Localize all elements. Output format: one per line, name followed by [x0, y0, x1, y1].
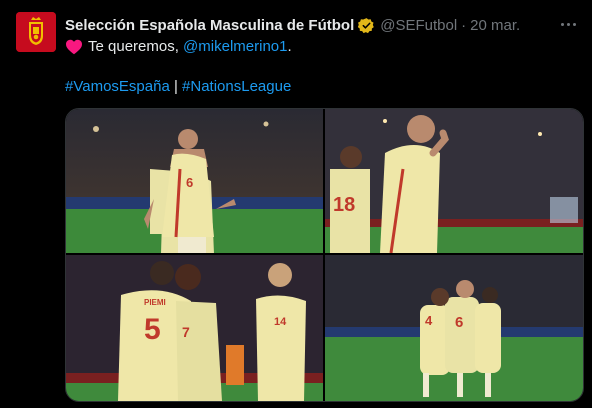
hashtag-separator: |: [169, 78, 183, 95]
hashtag-nationsleague[interactable]: #NationsLeague: [182, 78, 291, 95]
tweet-text: Te queremos, @mikelmerino1 .: [65, 37, 292, 57]
mention-link[interactable]: @mikelmerino1: [183, 37, 287, 57]
jersey-number-5: 5: [144, 313, 161, 346]
avatar[interactable]: [16, 12, 56, 52]
photo-4[interactable]: 4 6: [325, 255, 583, 401]
jersey-name-fragment: PIEMI: [144, 298, 166, 307]
hashtags-line: #VamosEspaña | #NationsLeague: [65, 77, 291, 97]
jersey-number-4: 4: [425, 313, 433, 328]
jersey-number-6: 6: [455, 314, 463, 331]
photo-3[interactable]: PIEMI 5 7 14: [66, 255, 323, 401]
separator-dot: ·: [461, 16, 467, 34]
red-heart-icon: [65, 39, 83, 55]
tweet-text-before-mention: Te queremos,: [88, 38, 184, 55]
media-grid: 6 18 PIEMI 5 7 14 4 6: [65, 108, 584, 402]
tweet-header: Selección Española Masculina de Fútbol @…: [65, 15, 552, 35]
jersey-number-6: 6: [186, 175, 193, 190]
spain-crest-icon: [16, 12, 56, 52]
hashtag-vamosespana[interactable]: #VamosEspaña: [65, 78, 170, 95]
photo-2[interactable]: 18: [325, 109, 583, 253]
jersey-number-14: 14: [274, 316, 287, 328]
verified-badge-icon[interactable]: [358, 17, 375, 34]
tweet-date[interactable]: 20 mar.: [470, 17, 520, 34]
photo-1[interactable]: 6: [66, 109, 323, 253]
jersey-number-7: 7: [182, 324, 190, 340]
user-handle[interactable]: @SEFutbol: [380, 17, 457, 34]
display-name[interactable]: Selección Española Masculina de Fútbol: [65, 17, 354, 34]
tweet-text-after-mention: .: [287, 38, 292, 55]
jersey-number-18: 18: [333, 194, 355, 216]
more-options-icon[interactable]: [556, 14, 580, 34]
